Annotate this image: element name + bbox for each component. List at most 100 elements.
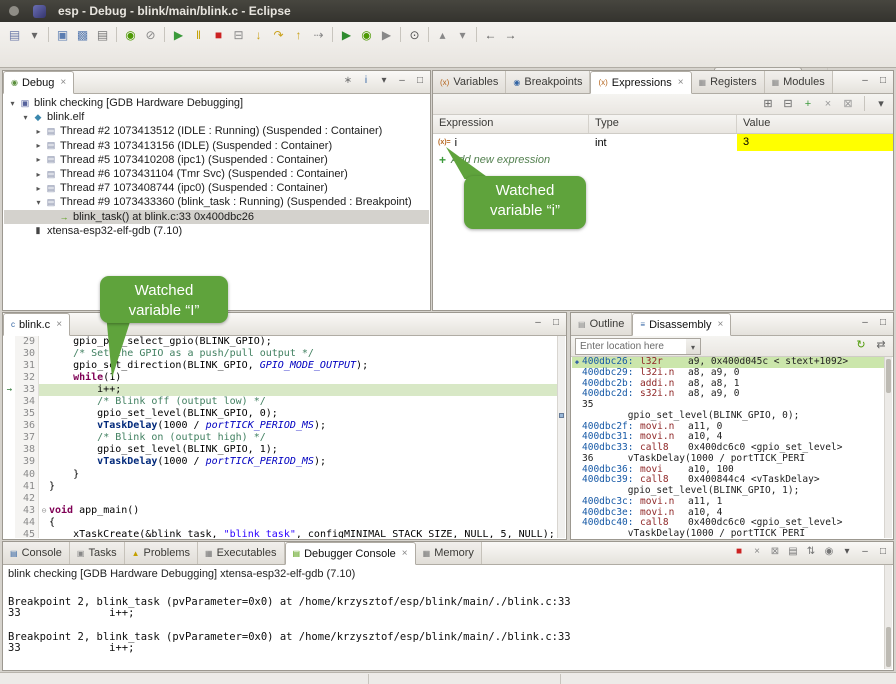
code-line[interactable]: 42 — [4, 493, 557, 505]
code-line[interactable]: 44{ — [4, 517, 557, 529]
tab-console[interactable]: ▤Console — [3, 542, 70, 564]
expand-arrow-icon[interactable]: ▸ — [33, 184, 44, 193]
collapse-arrow-icon[interactable]: ▾ — [7, 99, 18, 108]
tab-breakpoints[interactable]: ◉Breakpoints — [506, 71, 590, 93]
code-line[interactable]: 36 vTaskDelay(1000 / portTICK_PERIOD_MS)… — [4, 420, 557, 432]
external-tools-icon[interactable]: ▶ — [377, 25, 396, 44]
maximize-icon[interactable]: □ — [876, 317, 890, 328]
annotation-prev-icon[interactable]: ▴ — [433, 25, 452, 44]
remove-expression-icon[interactable]: × — [821, 98, 835, 110]
annotation-next-icon[interactable]: ▾ — [453, 25, 472, 44]
tab-blink-c[interactable]: cblink.c× — [3, 313, 70, 336]
code-line[interactable]: 45 xTaskCreate(&blink_task, "blink_task"… — [4, 529, 557, 538]
code-line[interactable]: 34 /* Blink off (output low) */ — [4, 396, 557, 408]
debug-icon[interactable]: ◉ — [357, 25, 376, 44]
scrollbar-thumb[interactable] — [886, 359, 891, 393]
terminate-icon[interactable]: ■ — [209, 25, 228, 44]
collapse-all-icon[interactable]: ⊟ — [781, 97, 795, 110]
tab-memory[interactable]: ▦Memory — [416, 542, 482, 564]
minimize-icon[interactable]: – — [858, 317, 872, 328]
remove-launch-icon[interactable]: × — [750, 546, 764, 557]
minimize-icon[interactable]: – — [858, 546, 872, 557]
suspend-icon[interactable]: ‖ — [189, 25, 208, 44]
code-line[interactable]: 43⊖void app_main() — [4, 505, 557, 517]
debug-tree-item[interactable]: →blink_task() at blink.c:33 0x400dbc26 — [4, 210, 429, 224]
terminate-console-icon[interactable]: ■ — [732, 546, 746, 557]
scrollbar-thumb[interactable] — [886, 627, 891, 667]
add-expression-icon[interactable]: + — [801, 98, 815, 110]
code-line[interactable]: 37 /* Blink on (output high) */ — [4, 432, 557, 444]
back-icon[interactable]: ← — [481, 25, 500, 44]
debug-tree-item[interactable]: ▸▤Thread #6 1073431104 (Tmr Svc) (Suspen… — [4, 167, 429, 181]
disassembly-line[interactable]: 400dbc2d:s32i.na8, a9, 0 — [572, 389, 884, 400]
window-menu-icon[interactable] — [9, 6, 19, 16]
scroll-lock-icon[interactable]: ⇅ — [804, 546, 818, 557]
debug-tree-item[interactable]: ▸▤Thread #3 1073413156 (IDLE) (Suspended… — [4, 139, 429, 153]
disassembly-line[interactable]: vTaskDelay(1000 / portTICK_PERI — [572, 529, 884, 538]
skip-breakpoints-icon[interactable]: ⊘ — [141, 25, 160, 44]
code-line[interactable]: 30 /* Set the GPIO as a push/pull output… — [4, 348, 557, 360]
search-icon[interactable]: ⊙ — [405, 25, 424, 44]
column-header-value[interactable]: Value — [737, 115, 893, 133]
tab-close-icon[interactable]: × — [402, 548, 408, 559]
code-line[interactable]: →33 i++; — [4, 384, 557, 396]
code-line[interactable]: 31 gpio_set_direction(BLINK_GPIO, GPIO_M… — [4, 360, 557, 372]
tab-debugger-console[interactable]: ▤Debugger Console× — [285, 542, 416, 565]
debug-tree-item[interactable]: ▾▣blink checking [GDB Hardware Debugging… — [4, 96, 429, 110]
console-output[interactable]: blink checking [GDB Hardware Debugging] … — [4, 565, 884, 669]
minimize-icon[interactable]: – — [531, 317, 545, 328]
debug-tree-item[interactable]: ▸▤Thread #7 1073408744 (ipc0) (Suspended… — [4, 181, 429, 195]
tab-close-icon[interactable]: × — [60, 77, 66, 88]
disassembly-line[interactable]: gpio_set_level(BLINK_GPIO, 0); — [572, 411, 884, 422]
pin-console-icon[interactable]: ◉ — [822, 546, 836, 557]
sync-icon[interactable]: ⇄ — [874, 338, 888, 351]
resume-icon[interactable]: ▶ — [169, 25, 188, 44]
save-all-icon[interactable]: ▩ — [73, 25, 92, 44]
expand-arrow-icon[interactable]: ▸ — [33, 155, 44, 164]
collapse-arrow-icon[interactable]: ▾ — [33, 198, 44, 207]
collapse-arrow-icon[interactable]: ▾ — [20, 113, 31, 122]
code-line[interactable]: 29 gpio_pad_select_gpio(BLINK_GPIO); — [4, 336, 557, 348]
disassembly-listing[interactable]: ◆400dbc26:l32ra9, 0x400d045c < stext+109… — [572, 357, 884, 538]
code-line[interactable]: 39 vTaskDelay(1000 / portTICK_PERIOD_MS)… — [4, 456, 557, 468]
add-new-expression-row[interactable]: +Add new expression — [433, 151, 893, 168]
minimize-icon[interactable]: – — [395, 75, 409, 86]
code-line[interactable]: 35 gpio_set_level(BLINK_GPIO, 0); — [4, 408, 557, 420]
tab-close-icon[interactable]: × — [678, 77, 684, 88]
debug-tree-item[interactable]: ▸▤Thread #5 1073410208 (ipc1) (Suspended… — [4, 153, 429, 167]
maximize-icon[interactable]: □ — [549, 317, 563, 328]
step-into-icon[interactable]: ↓ — [249, 25, 268, 44]
tab-outline[interactable]: ▤Outline — [571, 313, 632, 335]
refresh-icon[interactable]: ↻ — [854, 338, 868, 351]
code-line[interactable]: 32 while(1) — [4, 372, 557, 384]
view-info-icon[interactable]: i — [359, 75, 373, 86]
code-line[interactable]: 41} — [4, 481, 557, 493]
disconnect-icon[interactable]: ⊟ — [229, 25, 248, 44]
disassembly-line[interactable]: 400dbc29:l32i.na8, a9, 0 — [572, 368, 884, 379]
code-editor[interactable]: 29 gpio_pad_select_gpio(BLINK_GPIO);30 /… — [4, 336, 557, 538]
code-line[interactable]: 38 gpio_set_level(BLINK_GPIO, 1); — [4, 444, 557, 456]
instruction-stepping-icon[interactable]: ⇢ — [309, 25, 328, 44]
debug-tree-item[interactable]: ▾◆blink.elf — [4, 110, 429, 124]
console-menu-icon[interactable]: ▾ — [840, 546, 854, 557]
view-menu-icon[interactable]: ▾ — [377, 75, 391, 86]
tab-close-icon[interactable]: × — [56, 319, 62, 330]
tab-tasks[interactable]: ▣Tasks — [70, 542, 125, 564]
clear-console-icon[interactable]: ▤ — [786, 546, 800, 557]
tab-problems[interactable]: ▲Problems — [125, 542, 198, 564]
debug-tree-item[interactable]: ▮xtensa-esp32-elf-gdb (7.10) — [4, 224, 429, 238]
minimize-icon[interactable]: – — [858, 75, 872, 86]
gear-icon[interactable]: ∗ — [341, 75, 355, 86]
tab-close-icon[interactable]: × — [717, 319, 723, 330]
expand-arrow-icon[interactable]: ▸ — [33, 170, 44, 179]
remove-all-launches-icon[interactable]: ⊠ — [768, 546, 782, 557]
code-line[interactable]: 40 } — [4, 469, 557, 481]
location-dropdown-icon[interactable]: ▾ — [686, 338, 701, 355]
maximize-icon[interactable]: □ — [876, 75, 890, 86]
tab-variables[interactable]: (x)Variables — [433, 71, 506, 93]
tab-executables[interactable]: ▦Executables — [198, 542, 285, 564]
debug-tree-item[interactable]: ▾▤Thread #9 1073433360 (blink_task : Run… — [4, 195, 429, 209]
location-input[interactable]: Enter location here — [575, 338, 687, 355]
overview-ruler[interactable] — [557, 336, 565, 538]
tab-registers[interactable]: ▦Registers — [692, 71, 765, 93]
